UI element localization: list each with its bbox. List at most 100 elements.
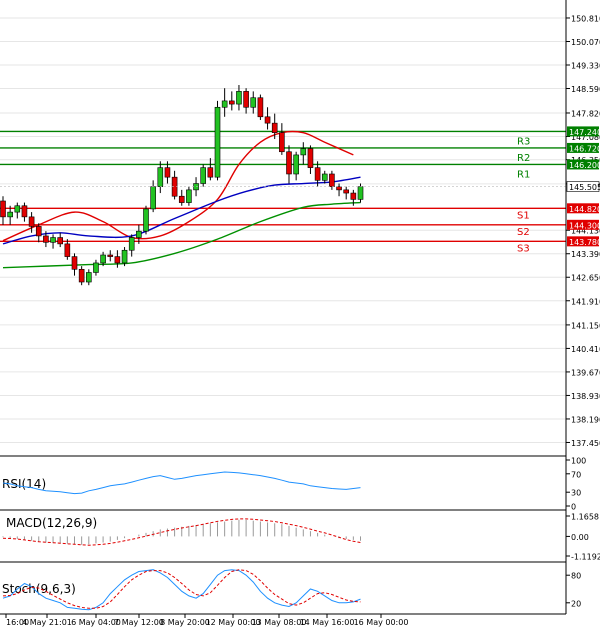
candle-body bbox=[271, 122, 278, 133]
candle-bull bbox=[143, 205, 149, 235]
time-tick-label: 4 May 21:01 bbox=[22, 618, 72, 627]
rsi-tick-label: 70 bbox=[571, 470, 581, 479]
candle-body bbox=[14, 205, 21, 213]
pivot-price-label-r1: 146.200 bbox=[569, 161, 600, 170]
macd-tick-label: 1.1658 bbox=[571, 513, 599, 522]
candle-body bbox=[93, 262, 99, 273]
price-tick-label: 140.410 bbox=[571, 345, 600, 354]
candle-body bbox=[35, 226, 42, 237]
candle-body bbox=[143, 208, 149, 232]
price-tick-label: 139.670 bbox=[571, 368, 600, 377]
time-axis: 16:004 May 21:01 6 May 04:007 May 12:008 … bbox=[5, 614, 409, 627]
stoch-axis: 80 20 bbox=[566, 572, 581, 608]
candle-body bbox=[50, 237, 56, 243]
candle-bull bbox=[200, 164, 206, 187]
macd-tick-label: -1.1192 bbox=[571, 553, 600, 562]
candle-body bbox=[114, 256, 121, 264]
rsi-tick-label: 100 bbox=[571, 457, 586, 466]
rsi-tick-label: 30 bbox=[571, 489, 581, 498]
stoch-panel: Stoch(9,6,3) 8020 bbox=[0, 562, 581, 614]
time-tick-label: 7 May 12:00 bbox=[114, 618, 164, 627]
candle-body bbox=[21, 205, 28, 218]
rsi-panel: RSI(14) 10070300 bbox=[0, 456, 586, 512]
pivot-price-label-r3: 147.240 bbox=[569, 128, 600, 137]
candle-body bbox=[279, 132, 285, 153]
stoch-tick-label: 80 bbox=[571, 572, 581, 581]
forex-chart: 150.810150.070149.330148.590147.820147.0… bbox=[0, 0, 600, 627]
candle-body bbox=[164, 167, 171, 178]
time-tick-label: 16 May 00:00 bbox=[354, 618, 409, 627]
candle-body bbox=[229, 100, 235, 105]
pivot-price-label-r2: 146.720 bbox=[569, 144, 600, 153]
candle-body bbox=[307, 148, 314, 168]
rsi-tick-label: 0 bbox=[571, 503, 576, 512]
price-plot-background bbox=[0, 0, 566, 456]
candle-body bbox=[236, 91, 242, 105]
rsi-axis: 100 70 30 0 bbox=[566, 457, 586, 512]
candle-body bbox=[186, 189, 192, 203]
pivot-price-label-s1: 144.820 bbox=[569, 205, 600, 214]
rsi-plot-background bbox=[0, 456, 566, 510]
price-tick-label: 141.150 bbox=[571, 321, 600, 330]
candle-body bbox=[214, 106, 221, 178]
candle-body bbox=[71, 256, 78, 270]
candle-body bbox=[250, 97, 257, 108]
time-tick-label: 13 May 08:00 bbox=[252, 618, 307, 627]
price-tick-label: 137.450 bbox=[571, 439, 600, 448]
candle-body bbox=[43, 235, 49, 243]
candle-body bbox=[286, 151, 292, 175]
candle-body bbox=[350, 192, 357, 200]
time-tick-label: 14 May 16:00 bbox=[300, 618, 355, 627]
pivot-price-label-s3: 143.780 bbox=[569, 238, 600, 247]
current-price-label: 145.505 bbox=[569, 183, 600, 192]
price-tick-label: 141.910 bbox=[571, 297, 600, 306]
pivot-name-s1: S1 bbox=[517, 210, 530, 221]
candle-body bbox=[293, 154, 299, 175]
pivot-name-r2: R2 bbox=[517, 153, 530, 164]
candle-body bbox=[314, 167, 321, 181]
macd-label: MACD(12,26,9) bbox=[6, 516, 97, 530]
macd-panel: MACD(12,26,9) 1.1658 0.00 -1.1192 bbox=[0, 510, 600, 562]
candle-body bbox=[100, 254, 106, 264]
candle-body bbox=[136, 230, 142, 238]
time-tick-label: 8 May 20:00 bbox=[160, 618, 210, 627]
pivot-price-label-s2: 144.300 bbox=[569, 221, 600, 230]
candle-body bbox=[107, 254, 114, 257]
price-tick-label: 142.650 bbox=[571, 274, 600, 283]
candle-body bbox=[200, 167, 206, 184]
candle-body bbox=[300, 148, 307, 156]
candle-body bbox=[257, 97, 264, 118]
candle-body bbox=[150, 186, 156, 210]
price-tick-label: 149.330 bbox=[571, 62, 600, 71]
price-tick-label: 138.190 bbox=[571, 415, 600, 424]
price-panel: 150.810150.070149.330148.590147.820147.0… bbox=[0, 0, 600, 456]
candle-body bbox=[207, 167, 214, 178]
stoch-tick-label: 20 bbox=[571, 599, 581, 608]
candle-body bbox=[78, 269, 85, 283]
price-tick-label: 147.820 bbox=[571, 109, 600, 118]
candle-body bbox=[157, 167, 164, 187]
price-tick-label: 143.390 bbox=[571, 250, 600, 259]
price-axis: 150.810150.070149.330148.590147.820147.0… bbox=[566, 14, 600, 448]
stoch-plot-background bbox=[0, 562, 566, 614]
candle-body bbox=[243, 91, 249, 108]
price-tick-label: 138.930 bbox=[571, 392, 600, 401]
candle-body bbox=[264, 116, 271, 124]
candle-body bbox=[321, 173, 328, 181]
candle-body bbox=[336, 186, 342, 191]
candle-body bbox=[86, 272, 92, 283]
candle-body bbox=[7, 211, 13, 218]
candle-body bbox=[178, 195, 185, 203]
candle-body bbox=[121, 249, 128, 264]
candle-body bbox=[128, 237, 135, 251]
pivot-name-s3: S3 bbox=[517, 243, 530, 254]
candle-body bbox=[221, 100, 228, 108]
price-tick-label: 150.070 bbox=[571, 38, 600, 47]
price-tick-label: 150.810 bbox=[571, 14, 600, 23]
pivot-name-r3: R3 bbox=[517, 136, 530, 147]
candle-body bbox=[343, 189, 350, 194]
candle-body bbox=[28, 216, 35, 227]
candle-body bbox=[357, 186, 364, 200]
candle-bear bbox=[257, 94, 264, 120]
candle-bull bbox=[214, 100, 221, 181]
